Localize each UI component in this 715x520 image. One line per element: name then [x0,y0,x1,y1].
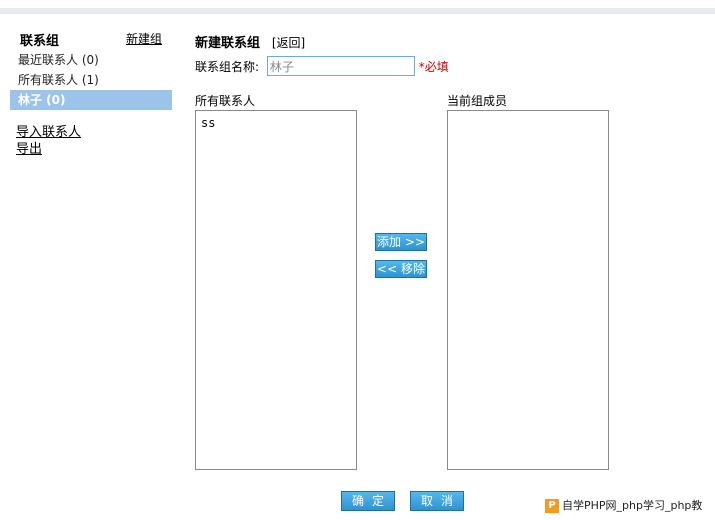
sidebar-links: 导入联系人 导出 [10,124,172,158]
ok-button[interactable]: 确定 [341,491,395,511]
add-button[interactable]: 添加 >> [375,233,427,251]
php-logo-icon: P [545,499,559,513]
required-note: *必填 [418,59,449,74]
sidebar-item-recent[interactable]: 最近联系人 (0) [10,50,172,70]
import-contacts-link[interactable]: 导入联系人 [16,124,172,141]
group-name-input[interactable] [266,56,415,76]
sidebar: 联系组 新建组 最近联系人 (0) 所有联系人 (1) 林子 (0) 导入联系人… [10,26,172,158]
sidebar-title: 联系组 [20,34,60,49]
form-heading: 新建联系组 [返回] [195,32,695,51]
group-name-label: 联系组名称: [195,59,260,74]
watermark: P 自学PHP网_php学习_php教 [545,497,709,515]
back-link[interactable]: [返回] [272,36,305,50]
group-name-row: 联系组名称: *必填 [195,56,449,76]
page: 联系组 新建组 最近联系人 (0) 所有联系人 (1) 林子 (0) 导入联系人… [0,0,715,520]
all-contacts-label: 所有联系人 [195,94,256,108]
export-link[interactable]: 导出 [16,141,172,158]
watermark-text: 自学PHP网_php学习_php教 [562,499,703,512]
top-bar [0,0,715,14]
group-members-list[interactable] [447,110,609,470]
form-title: 新建联系组 [195,36,261,51]
cancel-button[interactable]: 取消 [410,491,464,511]
remove-button[interactable]: << 移除 [375,260,427,278]
contact-option[interactable]: ss [200,115,352,131]
sidebar-header: 联系组 新建组 [10,26,172,50]
group-form: 新建联系组 [返回] 联系组名称: *必填 所有联系人 当前组成员 ss 添加 … [195,32,695,470]
new-group-link[interactable]: 新建组 [126,30,162,47]
sidebar-item-linzi[interactable]: 林子 (0) [10,90,172,110]
group-members-label: 当前组成员 [447,94,508,108]
sidebar-item-all[interactable]: 所有联系人 (1) [10,70,172,90]
all-contacts-list[interactable]: ss [195,110,357,470]
